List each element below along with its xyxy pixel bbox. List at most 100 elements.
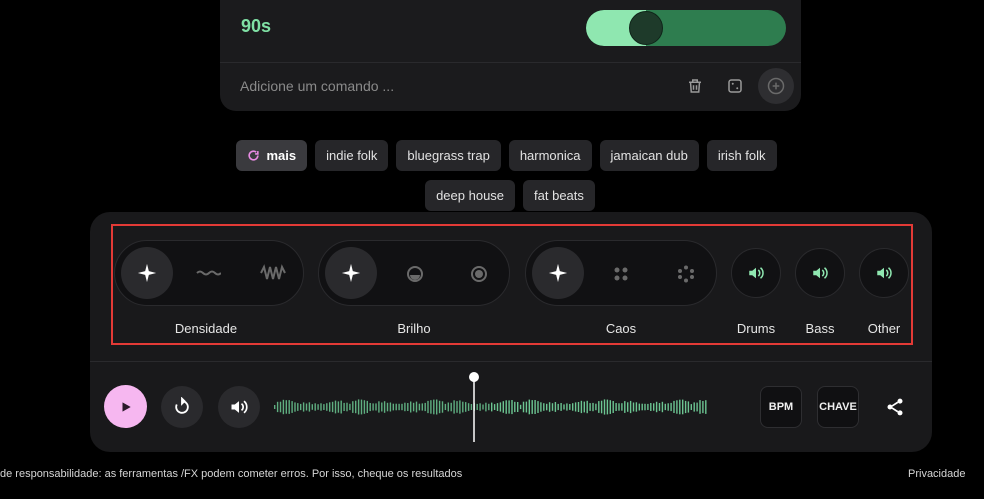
waveform-bar xyxy=(543,403,545,411)
chip[interactable]: irish folk xyxy=(706,140,777,171)
waveform-bar xyxy=(603,399,606,415)
waveform-bar xyxy=(557,403,559,411)
waveform-bar xyxy=(340,400,342,414)
highlight-annotation-box xyxy=(111,224,913,345)
waveform-bar xyxy=(381,402,383,412)
waveform-bar xyxy=(453,400,455,414)
playhead-handle[interactable] xyxy=(469,372,479,382)
prompt-weight-slider[interactable] xyxy=(586,10,786,46)
waveform-bar xyxy=(493,404,496,410)
waveform-bar xyxy=(519,404,522,410)
waveform-bar xyxy=(389,402,392,412)
waveform-bar xyxy=(682,399,684,415)
chip[interactable]: jamaican dub xyxy=(599,140,699,171)
add-command-button[interactable] xyxy=(758,68,794,104)
waveform-bar xyxy=(632,402,635,412)
share-button[interactable] xyxy=(881,393,909,421)
waveform-bar xyxy=(676,400,678,414)
waveform-bar xyxy=(294,402,296,412)
waveform-bar xyxy=(690,404,692,410)
random-button[interactable] xyxy=(721,72,749,100)
waveform-bar xyxy=(433,399,435,415)
waveform-bar xyxy=(650,403,652,411)
waveform-bar xyxy=(329,402,331,412)
chip-more[interactable]: mais xyxy=(236,140,308,171)
waveform-bar xyxy=(664,403,666,411)
refresh-icon xyxy=(248,150,260,161)
waveform-bar xyxy=(693,402,695,412)
chips-row-2: deep house fat beats xyxy=(0,180,984,211)
waveform-bar xyxy=(407,403,409,411)
chip[interactable]: indie folk xyxy=(315,140,389,171)
waveform-bar xyxy=(447,402,449,412)
volume-button[interactable] xyxy=(218,386,260,428)
plus-circle-icon xyxy=(767,77,785,95)
play-button[interactable] xyxy=(104,385,147,428)
waveform-bar xyxy=(436,399,438,415)
waveform-bar xyxy=(352,401,354,413)
waveform-bar xyxy=(337,401,340,413)
chips-row-1: mais indie folk bluegrass trap harmonica… xyxy=(0,140,984,171)
waveform-bar xyxy=(627,402,629,412)
waveform-bar xyxy=(479,403,481,411)
waveform-bar xyxy=(508,400,510,414)
delete-button[interactable] xyxy=(681,72,709,100)
waveform[interactable] xyxy=(272,366,712,446)
waveform-bar xyxy=(687,401,690,413)
panel-divider xyxy=(90,361,932,362)
waveform-bar xyxy=(574,402,577,412)
waveform-bar xyxy=(314,403,316,411)
bpm-button[interactable]: BPM xyxy=(760,386,802,428)
waveform-bar xyxy=(456,401,458,413)
chip[interactable]: harmonica xyxy=(508,140,592,171)
privacy-link[interactable]: Privacidade xyxy=(908,468,965,480)
waveform-bar xyxy=(572,403,574,411)
waveform-bar xyxy=(441,401,444,413)
waveform-bar xyxy=(491,402,493,412)
waveform-bar xyxy=(569,404,571,410)
chip[interactable]: bluegrass trap xyxy=(396,140,501,171)
waveform-bar xyxy=(412,402,415,412)
waveform-bar xyxy=(320,403,322,411)
waveform-bar xyxy=(522,401,525,413)
chip[interactable]: deep house xyxy=(425,180,516,211)
waveform-bar xyxy=(415,401,418,413)
waveform-bar xyxy=(647,403,649,410)
prompt-name[interactable]: 90s xyxy=(241,16,271,37)
waveform-bar xyxy=(624,401,626,413)
waveform-bar xyxy=(609,400,611,414)
waveform-bar xyxy=(673,400,675,413)
key-button[interactable]: CHAVE xyxy=(817,386,859,428)
waveform-bar xyxy=(459,400,461,414)
waveform-bar xyxy=(288,400,290,414)
waveform-bar xyxy=(653,403,655,411)
waveform-bar xyxy=(276,401,279,413)
waveform-bar xyxy=(383,401,386,413)
waveform-bar xyxy=(583,401,585,413)
waveform-bar xyxy=(548,402,551,412)
waveform-bar xyxy=(404,402,406,412)
chip[interactable]: fat beats xyxy=(523,180,595,211)
waveform-bar xyxy=(424,402,426,412)
waveform-bar xyxy=(395,403,397,411)
waveform-bar xyxy=(589,403,591,411)
waveform-bar xyxy=(418,403,421,411)
waveform-bar xyxy=(702,401,704,414)
waveform-bar xyxy=(279,401,282,413)
waveform-bar xyxy=(679,399,681,415)
reset-button[interactable] xyxy=(161,386,203,428)
weight-slider-thumb[interactable] xyxy=(629,11,663,45)
waveform-bar xyxy=(534,400,536,414)
waveform-bar xyxy=(592,402,594,412)
waveform-bar xyxy=(606,399,609,415)
waveform-bar xyxy=(537,401,539,413)
waveform-bar xyxy=(600,400,603,414)
waveform-bar xyxy=(311,404,313,410)
waveform-bar xyxy=(580,400,583,414)
waveform-bar xyxy=(655,401,658,413)
waveform-bar xyxy=(291,401,293,413)
command-input[interactable] xyxy=(232,70,672,102)
waveform-bar xyxy=(357,399,360,415)
waveform-bar xyxy=(360,399,363,415)
dice-icon xyxy=(728,79,742,93)
